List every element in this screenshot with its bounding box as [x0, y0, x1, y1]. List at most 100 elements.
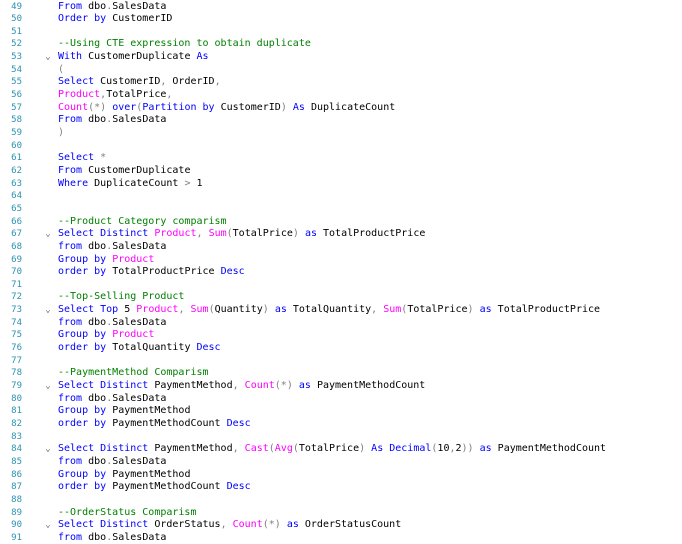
- code-token: Desc: [196, 342, 221, 354]
- code-token: dbo: [82, 114, 107, 126]
- code-token: TotalProductPrice: [106, 266, 221, 278]
- chevron-down-icon[interactable]: ⌄: [43, 519, 53, 532]
- code-line[interactable]: 61 Select *: [0, 152, 682, 165]
- code-text: From dbo.SalesData: [58, 1, 166, 14]
- code-line[interactable]: 77: [0, 355, 682, 368]
- code-line[interactable]: 78 --PaymentMethod Comparism: [0, 367, 682, 380]
- code-text: With CustomerDuplicate As: [58, 51, 209, 64]
- code-line[interactable]: 56 Product,TotalPrice,: [0, 89, 682, 102]
- chevron-down-icon[interactable]: ⌄: [43, 304, 53, 317]
- code-token: Group by: [58, 405, 107, 417]
- code-text: Product,TotalPrice,: [58, 89, 172, 102]
- code-line[interactable]: 70 order by TotalProductPrice Desc: [0, 266, 682, 279]
- code-line[interactable]: 63 Where DuplicateCount > 1: [0, 178, 682, 191]
- chevron-down-icon[interactable]: ⌄: [43, 443, 53, 456]
- line-number: 74: [11, 317, 22, 328]
- code-line[interactable]: 72 --Top-Selling Product: [0, 291, 682, 304]
- line-number: 53: [11, 52, 22, 63]
- code-token: Select Distinct: [58, 380, 149, 391]
- code-token: PaymentMethodCount: [106, 417, 227, 429]
- chevron-down-icon[interactable]: ⌄: [43, 51, 53, 64]
- code-line[interactable]: 88: [0, 494, 682, 507]
- code-text: --Using CTE expression to obtain duplica…: [58, 38, 311, 51]
- code-token: Product: [58, 89, 101, 101]
- code-token: Product: [112, 253, 155, 265]
- code-line[interactable]: 53 ⌄ With CustomerDuplicate As: [0, 51, 682, 64]
- chevron-down-icon[interactable]: ⌄: [43, 380, 53, 393]
- code-line[interactable]: 60: [0, 140, 682, 153]
- code-line[interactable]: 73 ⌄ Select Top 5 Product, Sum(Quantity) a…: [0, 304, 682, 317]
- line-number: 76: [11, 343, 22, 354]
- code-line[interactable]: 50 Order by CustomerID: [0, 13, 682, 26]
- chevron-down-icon[interactable]: ⌄: [43, 228, 53, 241]
- code-token: order by: [58, 481, 107, 493]
- code-token: as: [304, 228, 317, 240]
- code-token: Select Distinct: [58, 519, 149, 531]
- code-token: Partition by: [142, 101, 215, 113]
- code-token: SalesData: [112, 455, 167, 467]
- line-number: 80: [11, 393, 22, 404]
- code-token: as: [298, 380, 311, 391]
- code-token: Cast: [244, 443, 269, 455]
- code-token: Where: [58, 177, 89, 189]
- code-token: DuplicateCount: [88, 177, 185, 189]
- code-line[interactable]: 66 --Product Category comparism: [0, 216, 682, 229]
- code-token: )): [461, 443, 474, 455]
- code-line[interactable]: 83: [0, 431, 682, 444]
- line-number: 52: [11, 39, 22, 50]
- code-token: PaymentMethodCount: [491, 443, 607, 455]
- code-token: Group by: [58, 253, 107, 265]
- code-token: --Top-Selling Product: [58, 291, 185, 303]
- line-number: 61: [11, 153, 22, 164]
- code-line[interactable]: 91 from dbo.SalesData: [0, 532, 682, 544]
- code-token: Group by: [58, 468, 107, 480]
- code-line[interactable]: 59): [0, 127, 682, 140]
- code-line[interactable]: 87 order by PaymentMethodCount Desc: [0, 481, 682, 494]
- code-line[interactable]: 68 from dbo.SalesData: [0, 241, 682, 254]
- code-line[interactable]: 82 order by PaymentMethodCount Desc: [0, 418, 682, 431]
- line-number: 89: [11, 507, 22, 518]
- code-line[interactable]: 75 Group by Product: [0, 329, 682, 342]
- code-token: (*): [262, 519, 281, 531]
- code-token: SalesData: [112, 531, 167, 543]
- code-token: from: [58, 455, 83, 467]
- code-line[interactable]: 52 --Using CTE expression to obtain dupli…: [0, 38, 682, 51]
- code-line[interactable]: 84 ⌄ Select Distinct PaymentMethod, Cast(A…: [0, 443, 682, 456]
- code-line[interactable]: 54 (: [0, 64, 682, 77]
- code-line[interactable]: 65: [0, 203, 682, 216]
- code-editor[interactable]: 49 From dbo.SalesData 50 Order by CustomerI…: [0, 0, 682, 544]
- line-number: 85: [11, 456, 22, 467]
- code-line[interactable]: 57 Count(*) over(Partition by CustomerID)…: [0, 102, 682, 115]
- code-token: dbo: [82, 392, 107, 404]
- code-line[interactable]: 74 from dbo.SalesData: [0, 317, 682, 330]
- code-line[interactable]: 71: [0, 279, 682, 292]
- code-text: order by PaymentMethodCount Desc: [58, 418, 251, 431]
- code-line[interactable]: 85 from dbo.SalesData: [0, 456, 682, 469]
- code-token: from: [58, 531, 83, 543]
- code-line[interactable]: 58 From dbo.SalesData: [0, 114, 682, 127]
- line-number: 50: [11, 14, 22, 25]
- code-line[interactable]: 62 From CustomerDuplicate: [0, 165, 682, 178]
- code-text: --Top-Selling Product: [58, 291, 184, 304]
- code-line[interactable]: 86 Group by PaymentMethod: [0, 469, 682, 482]
- code-line[interactable]: 69 Group by Product: [0, 254, 682, 267]
- code-token: dbo: [82, 240, 107, 252]
- code-line[interactable]: 89 --OrderStatus Comparism: [0, 507, 682, 520]
- code-line[interactable]: 64: [0, 190, 682, 203]
- code-text: order by TotalProductPrice Desc: [58, 266, 245, 279]
- code-line[interactable]: 55 Select CustomerID, OrderID,: [0, 76, 682, 89]
- code-token: TotalPrice: [232, 228, 293, 240]
- code-line[interactable]: 79 ⌄ Select Distinct PaymentMethod, Count(…: [0, 380, 682, 393]
- code-line[interactable]: 90 ⌄ Select Distinct OrderStatus, Count(*)…: [0, 519, 682, 532]
- code-line[interactable]: 49 From dbo.SalesData: [0, 1, 682, 14]
- code-line[interactable]: 51: [0, 26, 682, 39]
- code-line[interactable]: 76 order by TotalQuantity Desc: [0, 342, 682, 355]
- code-line[interactable]: 67 ⌄ Select Distinct Product, Sum(TotalPri…: [0, 228, 682, 241]
- code-token: DuplicateCount: [304, 101, 396, 113]
- code-line[interactable]: 81 Group by PaymentMethod: [0, 405, 682, 418]
- code-line[interactable]: 80 from dbo.SalesData: [0, 393, 682, 406]
- code-token: Count: [232, 519, 263, 531]
- code-text: From CustomerDuplicate: [58, 165, 190, 178]
- line-number: 78: [11, 368, 22, 379]
- code-text: ): [58, 127, 64, 140]
